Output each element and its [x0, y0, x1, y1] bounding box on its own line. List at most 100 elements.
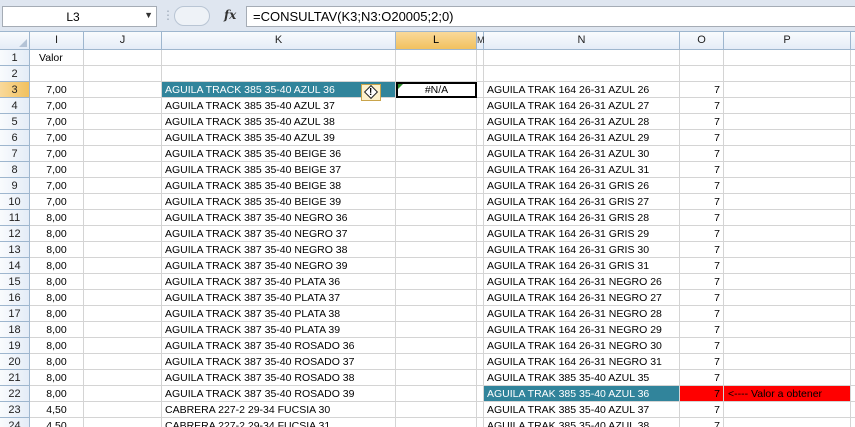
row-header[interactable]: 12: [0, 226, 30, 242]
row-header[interactable]: 1: [0, 50, 30, 66]
row-header[interactable]: 18: [0, 322, 30, 338]
cell-i[interactable]: 4,50: [30, 418, 84, 427]
cell-l[interactable]: [396, 258, 477, 274]
cell-l[interactable]: [396, 194, 477, 210]
cell-m[interactable]: [477, 402, 484, 418]
row-header[interactable]: 6: [0, 130, 30, 146]
cell-i[interactable]: 8,00: [30, 258, 84, 274]
cell-k[interactable]: AGUILA TRACK 387 35-40 PLATA 38: [162, 306, 396, 322]
cell-m[interactable]: [477, 98, 484, 114]
cell-i[interactable]: 8,00: [30, 210, 84, 226]
cell-i[interactable]: 8,00: [30, 322, 84, 338]
cell-k[interactable]: AGUILA TRACK 385 35-40 BEIGE 37: [162, 162, 396, 178]
cell-k[interactable]: AGUILA TRACK 387 35-40 ROSADO 38: [162, 370, 396, 386]
cell-l[interactable]: [396, 210, 477, 226]
col-header-m[interactable]: M: [477, 32, 485, 50]
cell-p[interactable]: [724, 162, 851, 178]
cell-n[interactable]: AGUILA TRAK 164 26-31 GRIS 27: [484, 194, 680, 210]
cell-n[interactable]: AGUILA TRAK 164 26-31 AZUL 26: [484, 82, 680, 98]
cell-m[interactable]: [477, 242, 484, 258]
cell-k[interactable]: AGUILA TRACK 387 35-40 ROSADO 37: [162, 354, 396, 370]
cell-q[interactable]: [851, 130, 855, 146]
cell-o[interactable]: 7: [680, 242, 724, 258]
cell-p[interactable]: [724, 370, 851, 386]
cell-o[interactable]: 7: [680, 114, 724, 130]
col-header-p[interactable]: P: [724, 32, 851, 50]
cell-m[interactable]: [477, 210, 484, 226]
row-header[interactable]: 15: [0, 274, 30, 290]
cell-m[interactable]: [477, 82, 484, 98]
col-header-n[interactable]: N: [484, 32, 680, 50]
cell-j[interactable]: [84, 290, 162, 306]
cell-o[interactable]: 7: [680, 178, 724, 194]
cell-m[interactable]: [477, 386, 484, 402]
row-header[interactable]: 11: [0, 210, 30, 226]
cell-i[interactable]: Valor: [30, 50, 84, 66]
select-all-corner[interactable]: [0, 32, 30, 50]
col-header-q[interactable]: [851, 32, 855, 50]
cell-k[interactable]: AGUILA TRACK 387 35-40 ROSADO 39: [162, 386, 396, 402]
cell-p[interactable]: [724, 178, 851, 194]
cell-p[interactable]: [724, 258, 851, 274]
row-header[interactable]: 14: [0, 258, 30, 274]
cell-o[interactable]: 7: [680, 162, 724, 178]
cell-l[interactable]: [396, 370, 477, 386]
cell-m[interactable]: [477, 290, 484, 306]
cell-k[interactable]: AGUILA TRACK 387 35-40 NEGRO 36: [162, 210, 396, 226]
cell-p[interactable]: <---- Valor a obtener: [724, 386, 851, 402]
cell-o[interactable]: 7: [680, 338, 724, 354]
cell-l[interactable]: [396, 290, 477, 306]
cell-p[interactable]: [724, 82, 851, 98]
cell-o[interactable]: 7: [680, 226, 724, 242]
cell-q[interactable]: [851, 274, 855, 290]
cell-o[interactable]: 7: [680, 418, 724, 427]
cell-p[interactable]: [724, 130, 851, 146]
col-header-k[interactable]: K: [162, 32, 396, 50]
row-header[interactable]: 17: [0, 306, 30, 322]
cell-i[interactable]: 7,00: [30, 178, 84, 194]
cell-q[interactable]: [851, 402, 855, 418]
cell-m[interactable]: [477, 274, 484, 290]
cell-i[interactable]: 7,00: [30, 82, 84, 98]
cell-p[interactable]: [724, 66, 851, 82]
cell-q[interactable]: [851, 386, 855, 402]
col-header-i[interactable]: I: [30, 32, 84, 50]
cell-n[interactable]: AGUILA TRAK 385 35-40 AZUL 38: [484, 418, 680, 427]
row-header[interactable]: 3: [0, 82, 30, 98]
cell-m[interactable]: [477, 418, 484, 427]
cell-i[interactable]: [30, 66, 84, 82]
cell-p[interactable]: [724, 338, 851, 354]
cell-i[interactable]: 7,00: [30, 162, 84, 178]
cell-n[interactable]: AGUILA TRAK 164 26-31 NEGRO 30: [484, 338, 680, 354]
cell-o[interactable]: 7: [680, 290, 724, 306]
cell-o[interactable]: 7: [680, 322, 724, 338]
cell-n[interactable]: AGUILA TRAK 164 26-31 GRIS 31: [484, 258, 680, 274]
cell-q[interactable]: [851, 290, 855, 306]
cell-i[interactable]: 8,00: [30, 338, 84, 354]
cell-j[interactable]: [84, 82, 162, 98]
cell-p[interactable]: [724, 274, 851, 290]
cell-n[interactable]: AGUILA TRAK 164 26-31 AZUL 27: [484, 98, 680, 114]
cell-i[interactable]: 4,50: [30, 402, 84, 418]
cell-k[interactable]: AGUILA TRACK 385 35-40 AZUL 38: [162, 114, 396, 130]
cell-o[interactable]: 7: [680, 194, 724, 210]
cell-p[interactable]: [724, 354, 851, 370]
cell-m[interactable]: [477, 178, 484, 194]
row-header[interactable]: 22: [0, 386, 30, 402]
cell-i[interactable]: 7,00: [30, 114, 84, 130]
cell-m[interactable]: [477, 50, 484, 66]
cell-o[interactable]: 7: [680, 354, 724, 370]
cell-i[interactable]: 7,00: [30, 194, 84, 210]
cell-m[interactable]: [477, 338, 484, 354]
cell-j[interactable]: [84, 242, 162, 258]
cell-p[interactable]: [724, 306, 851, 322]
cell-i[interactable]: 7,00: [30, 146, 84, 162]
cell-q[interactable]: [851, 66, 855, 82]
cell-k[interactable]: CABRERA 227-2 29-34 FUCSIA 30: [162, 402, 396, 418]
cell-k[interactable]: AGUILA TRACK 387 35-40 PLATA 37: [162, 290, 396, 306]
cell-i[interactable]: 8,00: [30, 354, 84, 370]
cell-q[interactable]: [851, 50, 855, 66]
cell-j[interactable]: [84, 306, 162, 322]
cell-m[interactable]: [477, 130, 484, 146]
row-header[interactable]: 10: [0, 194, 30, 210]
